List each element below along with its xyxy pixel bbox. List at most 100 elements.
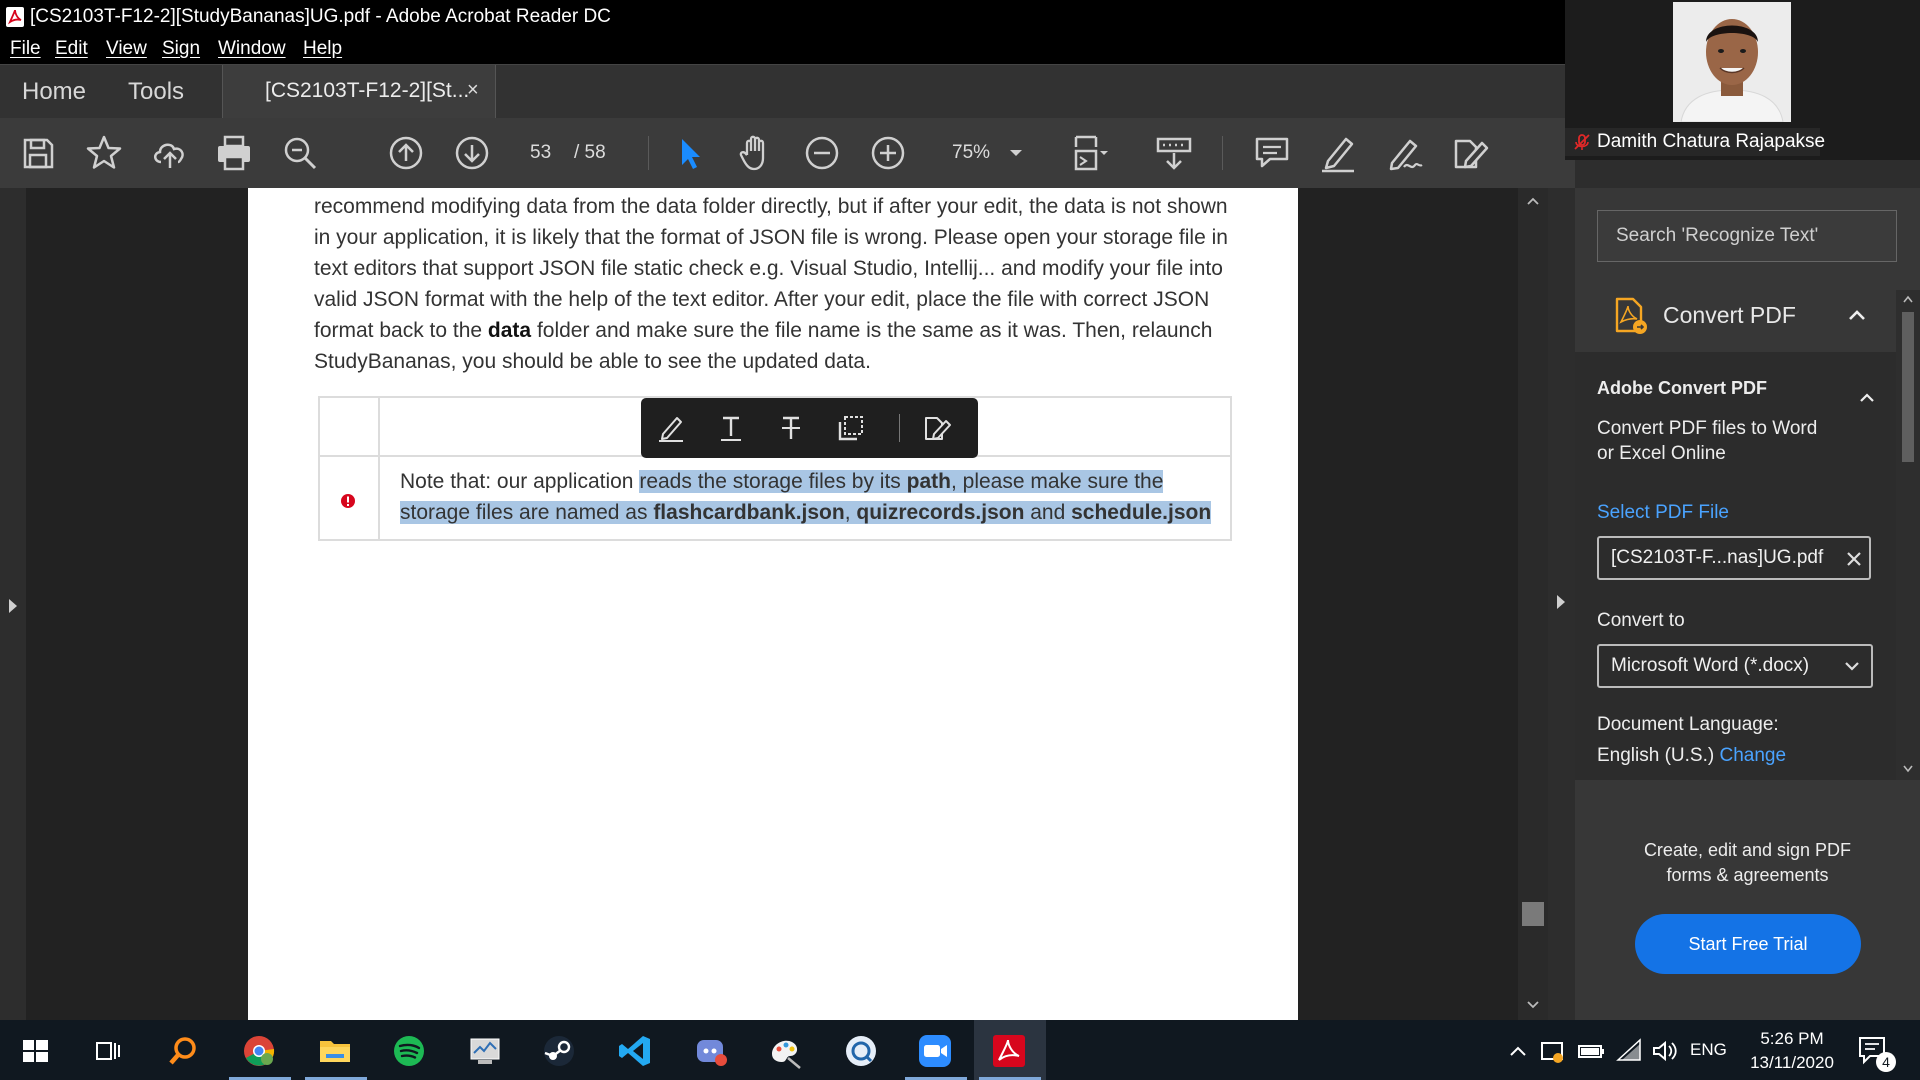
chrome-icon[interactable] bbox=[240, 1032, 278, 1070]
windows-taskbar: ENG 5:26 PM 13/11/2020 4 bbox=[0, 1020, 1920, 1080]
close-tab-button[interactable]: × bbox=[467, 79, 479, 102]
select-cursor-icon[interactable] bbox=[668, 131, 712, 175]
document-language-value: English (U.S.) Change bbox=[1597, 745, 1787, 766]
show-hidden-icons-icon[interactable] bbox=[1506, 1032, 1530, 1070]
mic-muted-icon bbox=[1574, 134, 1590, 150]
promo-text-line-1: Create, edit and sign PDF bbox=[1643, 840, 1852, 860]
participant-name: Damith Chatura Rajapakse bbox=[1597, 131, 1826, 152]
menu-sign[interactable]: Sign bbox=[162, 38, 200, 60]
input-language[interactable]: ENG bbox=[1690, 1040, 1727, 1060]
bookmark-star-icon[interactable] bbox=[82, 131, 126, 175]
paint-3d-icon[interactable] bbox=[766, 1032, 804, 1070]
next-page-icon[interactable] bbox=[450, 131, 494, 175]
clock-time: 5:26 PM bbox=[1760, 1029, 1824, 1048]
highlight-pen-icon[interactable] bbox=[1316, 131, 1360, 175]
scrollbar-thumb[interactable] bbox=[1902, 312, 1914, 462]
tools-pane-scrollbar[interactable] bbox=[1896, 290, 1920, 780]
zoom-app-icon[interactable] bbox=[916, 1032, 954, 1070]
zoom-level-select[interactable]: 75% bbox=[952, 142, 990, 164]
right-pane-toggle[interactable] bbox=[1548, 188, 1575, 1020]
tab-tools[interactable]: Tools bbox=[128, 78, 184, 106]
battery-icon[interactable] bbox=[1576, 1032, 1606, 1070]
volume-icon[interactable] bbox=[1650, 1032, 1680, 1070]
scroll-mode-icon[interactable] bbox=[1152, 131, 1196, 175]
sign-pen-icon[interactable] bbox=[1382, 131, 1426, 175]
collapse-section-icon[interactable] bbox=[1859, 392, 1875, 404]
scrollbar-thumb[interactable] bbox=[1522, 902, 1544, 926]
acrobat-reader-icon[interactable] bbox=[990, 1032, 1028, 1070]
system-monitor-icon[interactable] bbox=[466, 1032, 504, 1070]
tools-search-input[interactable]: Search 'Recognize Text' bbox=[1597, 210, 1897, 262]
save-icon[interactable] bbox=[16, 131, 60, 175]
file-explorer-icon[interactable] bbox=[316, 1032, 354, 1070]
selected-file-name: [CS2103T-F...nas]UG.pdf bbox=[1611, 547, 1824, 568]
window-title: [CS2103T-F12-2][StudyBananas]UG.pdf - Ad… bbox=[30, 6, 611, 27]
main-toolbar: 53 / 58 75% bbox=[0, 118, 1575, 189]
menu-view[interactable]: View bbox=[106, 38, 147, 60]
steam-icon[interactable] bbox=[540, 1032, 578, 1070]
convert-pdf-header[interactable]: Convert PDF bbox=[1575, 282, 1920, 352]
notification-count-badge: 4 bbox=[1876, 1052, 1896, 1072]
selected-file-field[interactable]: [CS2103T-F...nas]UG.pdf bbox=[1597, 536, 1871, 580]
change-language-link[interactable]: Change bbox=[1719, 745, 1786, 766]
print-icon[interactable] bbox=[212, 131, 256, 175]
acrobat-app-icon bbox=[6, 7, 24, 27]
description-line-2: or Excel Online bbox=[1597, 443, 1726, 464]
search-placeholder: Search 'Recognize Text' bbox=[1616, 225, 1819, 246]
toolbar-divider bbox=[648, 136, 649, 170]
clear-file-icon[interactable] bbox=[1845, 550, 1863, 568]
copy-text-icon[interactable] bbox=[835, 412, 867, 444]
document-scrollbar[interactable] bbox=[1518, 188, 1548, 1020]
select-pdf-file-link[interactable]: Select PDF File bbox=[1597, 502, 1729, 524]
zoom-in-icon[interactable] bbox=[866, 131, 910, 175]
note-line-2: storage files are named as flashcardbank… bbox=[400, 501, 1212, 524]
page-total: / 58 bbox=[574, 142, 606, 163]
antivirus-tray-icon[interactable] bbox=[1538, 1032, 1568, 1070]
spotify-icon[interactable] bbox=[390, 1032, 428, 1070]
convert-format-select[interactable]: Microsoft Word (*.docx) bbox=[1597, 644, 1873, 688]
wifi-icon[interactable] bbox=[1614, 1032, 1644, 1070]
text-line: StudyBananas, you should be able to see … bbox=[314, 350, 871, 373]
chevron-down-icon bbox=[1845, 662, 1859, 671]
hand-tool-icon[interactable] bbox=[734, 131, 778, 175]
video-call-overlay[interactable]: Damith Chatura Rajapakse bbox=[1565, 0, 1920, 160]
menu-help[interactable]: Help bbox=[303, 38, 342, 60]
cloud-upload-icon[interactable] bbox=[148, 131, 192, 175]
underline-text-icon[interactable] bbox=[715, 412, 747, 444]
text-selection-toolbar bbox=[641, 398, 978, 458]
participant-video bbox=[1673, 2, 1791, 122]
menu-edit[interactable]: Edit bbox=[55, 38, 88, 60]
vscode-icon[interactable] bbox=[616, 1032, 654, 1070]
toolbar-divider bbox=[1222, 136, 1223, 170]
comment-icon[interactable] bbox=[1250, 131, 1294, 175]
tab-home[interactable]: Home bbox=[22, 78, 86, 106]
discord-icon[interactable] bbox=[692, 1032, 730, 1070]
search-icon[interactable] bbox=[164, 1032, 202, 1070]
system-clock[interactable]: 5:26 PM 13/11/2020 bbox=[1730, 1027, 1854, 1075]
edit-text-icon[interactable] bbox=[921, 412, 953, 444]
notification-center-icon[interactable]: 4 bbox=[1856, 1032, 1896, 1072]
zoom-search-icon[interactable] bbox=[278, 131, 322, 175]
tab-document[interactable]: [CS2103T-F12-2][St... × bbox=[222, 65, 496, 119]
page-fit-icon[interactable] bbox=[1066, 131, 1110, 175]
edit-pdf-icon[interactable] bbox=[1448, 131, 1492, 175]
task-view-icon[interactable] bbox=[88, 1032, 126, 1070]
windows-start-icon[interactable] bbox=[16, 1032, 54, 1070]
menu-file[interactable]: File bbox=[10, 38, 41, 60]
left-panel-toggle[interactable] bbox=[0, 188, 26, 1020]
document-tab-label: [CS2103T-F12-2][St... bbox=[265, 79, 470, 102]
highlight-text-icon[interactable] bbox=[655, 412, 687, 444]
page-number-input[interactable]: 53 bbox=[530, 142, 551, 164]
warning-icon bbox=[340, 493, 356, 509]
zoom-dropdown-icon[interactable] bbox=[1004, 131, 1028, 175]
text-line: recommend modifying data from the data f… bbox=[314, 195, 1228, 218]
zoom-out-icon[interactable] bbox=[800, 131, 844, 175]
promo-text-line-2: forms & agreements bbox=[1666, 865, 1829, 885]
document-language-label: Document Language: bbox=[1597, 714, 1779, 735]
qbittorrent-icon[interactable] bbox=[842, 1032, 880, 1070]
convert-pdf-title: Convert PDF bbox=[1663, 302, 1796, 328]
menu-window[interactable]: Window bbox=[218, 38, 286, 60]
strikethrough-text-icon[interactable] bbox=[775, 412, 807, 444]
start-free-trial-button[interactable]: Start Free Trial bbox=[1635, 914, 1861, 974]
previous-page-icon[interactable] bbox=[384, 131, 428, 175]
